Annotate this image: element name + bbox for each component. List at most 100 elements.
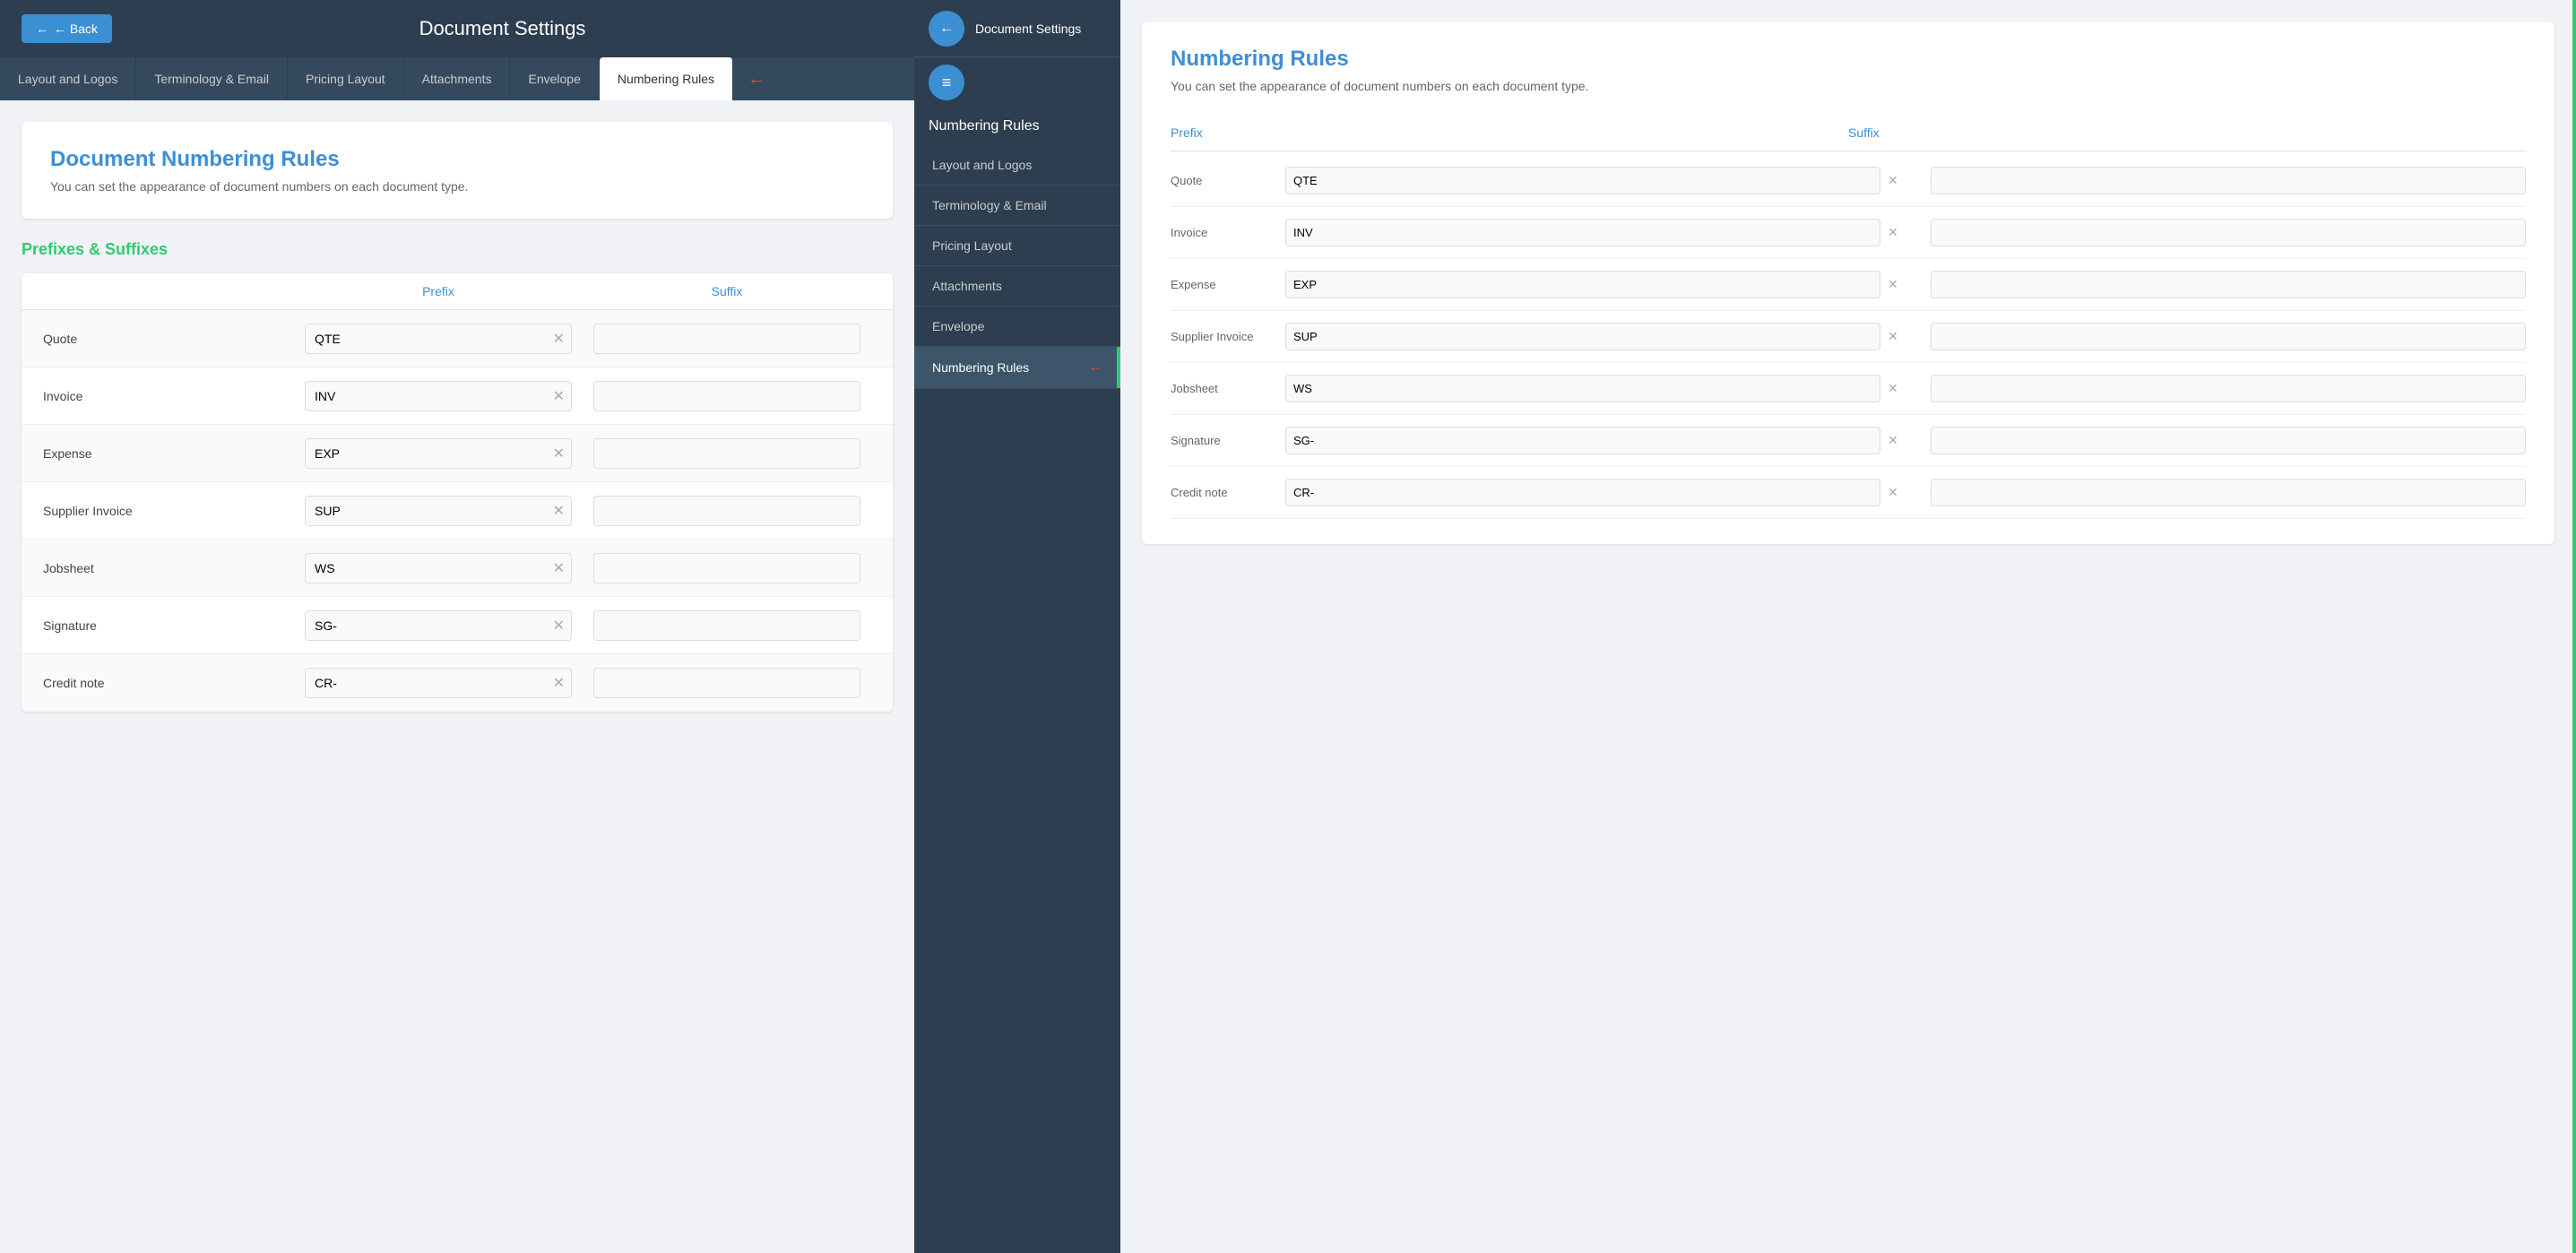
row-label: Signature (43, 618, 294, 633)
creditnote-suffix-wrapper (593, 668, 860, 698)
sidebar-item-pricing[interactable]: Pricing Layout (914, 226, 1120, 266)
sidebar-back-icon: ← (939, 21, 954, 37)
right-signature-clear[interactable]: ✕ (1888, 433, 1923, 448)
sidebar-back-button[interactable]: ← (929, 11, 964, 47)
jobsheet-suffix-input[interactable] (593, 553, 860, 583)
right-table-row: Credit note ✕ (1171, 467, 2526, 519)
sidebar-item-numbering[interactable]: Numbering Rules ← (914, 347, 1120, 389)
right-creditnote-suffix[interactable] (1931, 479, 2526, 506)
quote-suffix-input[interactable] (593, 324, 860, 354)
green-accent-bar (2572, 0, 2576, 1253)
right-signature-suffix[interactable] (1931, 427, 2526, 454)
creditnote-prefix-clear[interactable]: ✕ (553, 674, 565, 692)
back-arrow-icon: ← (36, 22, 48, 36)
prefixes-section: Prefixes & Suffixes Prefix Suffix Quote … (22, 240, 893, 712)
prefixes-table: Prefix Suffix Quote ✕ Invoice (22, 273, 893, 712)
right-jobsheet-suffix[interactable] (1931, 375, 2526, 402)
main-section-subtitle: You can set the appearance of document n… (50, 179, 864, 194)
right-row-label: Supplier Invoice (1171, 330, 1278, 343)
invoice-prefix-wrapper: ✕ (305, 381, 572, 411)
expense-prefix-input[interactable] (305, 438, 572, 469)
right-table-body: Quote ✕ Invoice ✕ Expense ✕ (1171, 155, 2526, 519)
creditnote-prefix-input[interactable] (305, 668, 572, 698)
sidebar: ← Document Settings ≡ Numbering Rules La… (914, 0, 1120, 1253)
sidebar-item-layout[interactable]: Layout and Logos (914, 145, 1120, 186)
right-row-label: Credit note (1171, 486, 1278, 499)
prefix-col-header: Prefix (294, 284, 583, 298)
right-creditnote-clear[interactable]: ✕ (1888, 485, 1923, 500)
back-button[interactable]: ← ← Back (22, 14, 112, 43)
sidebar-doc-title: Document Settings (975, 22, 1106, 36)
right-invoice-clear[interactable]: ✕ (1888, 225, 1923, 240)
right-supplier-clear[interactable]: ✕ (1888, 329, 1923, 344)
main-section-title: Document Numbering Rules (50, 147, 864, 172)
tab-bar: Layout and Logos Terminology & Email Pri… (0, 57, 914, 100)
top-bar: ← ← Back Document Settings (0, 0, 914, 57)
jobsheet-suffix-wrapper (593, 553, 860, 583)
tab-numbering[interactable]: Numbering Rules (600, 57, 733, 100)
tab-attachments[interactable]: Attachments (404, 57, 511, 100)
right-jobsheet-prefix[interactable] (1285, 375, 1880, 402)
tab-layout[interactable]: Layout and Logos (0, 57, 136, 100)
right-table-row: Expense ✕ (1171, 259, 2526, 311)
row-label: Expense (43, 446, 294, 461)
invoice-prefix-input[interactable] (305, 381, 572, 411)
right-quote-clear[interactable]: ✕ (1888, 173, 1923, 188)
supplier-prefix-input[interactable] (305, 496, 572, 526)
right-invoice-prefix[interactable] (1285, 219, 1880, 246)
right-suffix-header: Suffix (1848, 125, 2526, 140)
header-card: Document Numbering Rules You can set the… (22, 122, 893, 219)
right-supplier-prefix[interactable] (1285, 323, 1880, 350)
creditnote-suffix-input[interactable] (593, 668, 860, 698)
signature-suffix-input[interactable] (593, 610, 860, 641)
tab-pricing[interactable]: Pricing Layout (288, 57, 404, 100)
expense-prefix-clear[interactable]: ✕ (553, 445, 565, 462)
right-row-label: Quote (1171, 174, 1278, 187)
supplier-prefix-clear[interactable]: ✕ (553, 502, 565, 520)
jobsheet-prefix-clear[interactable]: ✕ (553, 559, 565, 577)
sidebar-item-attachments[interactable]: Attachments (914, 266, 1120, 307)
right-creditnote-prefix[interactable] (1285, 479, 1880, 506)
row-label: Quote (43, 332, 294, 346)
right-quote-prefix[interactable] (1285, 167, 1880, 194)
right-invoice-suffix[interactable] (1931, 219, 2526, 246)
content-area: Document Numbering Rules You can set the… (0, 100, 914, 1253)
right-section-title: Numbering Rules (1171, 47, 2526, 72)
right-expense-prefix[interactable] (1285, 271, 1880, 298)
row-label: Credit note (43, 676, 294, 690)
label-col-header (43, 284, 294, 298)
right-row-label: Invoice (1171, 226, 1278, 239)
signature-prefix-clear[interactable]: ✕ (553, 617, 565, 635)
right-expense-clear[interactable]: ✕ (1888, 277, 1923, 292)
right-quote-suffix[interactable] (1931, 167, 2526, 194)
right-panel: ← Document Settings ≡ Numbering Rules La… (914, 0, 2576, 1253)
quote-prefix-clear[interactable]: ✕ (553, 330, 565, 348)
table-header: Prefix Suffix (22, 273, 893, 310)
sidebar-menu-button[interactable]: ≡ (929, 65, 964, 100)
sidebar-section-title: Numbering Rules (914, 108, 1120, 145)
supplier-suffix-input[interactable] (593, 496, 860, 526)
tab-terminology[interactable]: Terminology & Email (136, 57, 288, 100)
right-supplier-suffix[interactable] (1931, 323, 2526, 350)
expense-suffix-input[interactable] (593, 438, 860, 469)
sidebar-nav: Layout and Logos Terminology & Email Pri… (914, 145, 1120, 1253)
invoice-suffix-input[interactable] (593, 381, 860, 411)
tab-envelope[interactable]: Envelope (510, 57, 599, 100)
right-expense-suffix[interactable] (1931, 271, 2526, 298)
tab-arrow-indicator: ← (733, 57, 780, 100)
row-label: Supplier Invoice (43, 504, 294, 518)
right-jobsheet-clear[interactable]: ✕ (1888, 381, 1923, 396)
right-section-subtitle: You can set the appearance of document n… (1171, 79, 2526, 93)
right-signature-prefix[interactable] (1285, 427, 1880, 454)
invoice-prefix-clear[interactable]: ✕ (553, 387, 565, 405)
signature-prefix-input[interactable] (305, 610, 572, 641)
row-label: Jobsheet (43, 561, 294, 575)
sidebar-active-arrow: ← (1088, 359, 1102, 376)
quote-prefix-input[interactable] (305, 324, 572, 354)
quote-prefix-wrapper: ✕ (305, 324, 572, 354)
sidebar-item-envelope[interactable]: Envelope (914, 307, 1120, 347)
right-content-preview: Numbering Rules You can set the appearan… (1120, 0, 2576, 1253)
jobsheet-prefix-input[interactable] (305, 553, 572, 583)
left-panel: ← ← Back Document Settings Layout and Lo… (0, 0, 914, 1253)
sidebar-item-terminology[interactable]: Terminology & Email (914, 186, 1120, 226)
